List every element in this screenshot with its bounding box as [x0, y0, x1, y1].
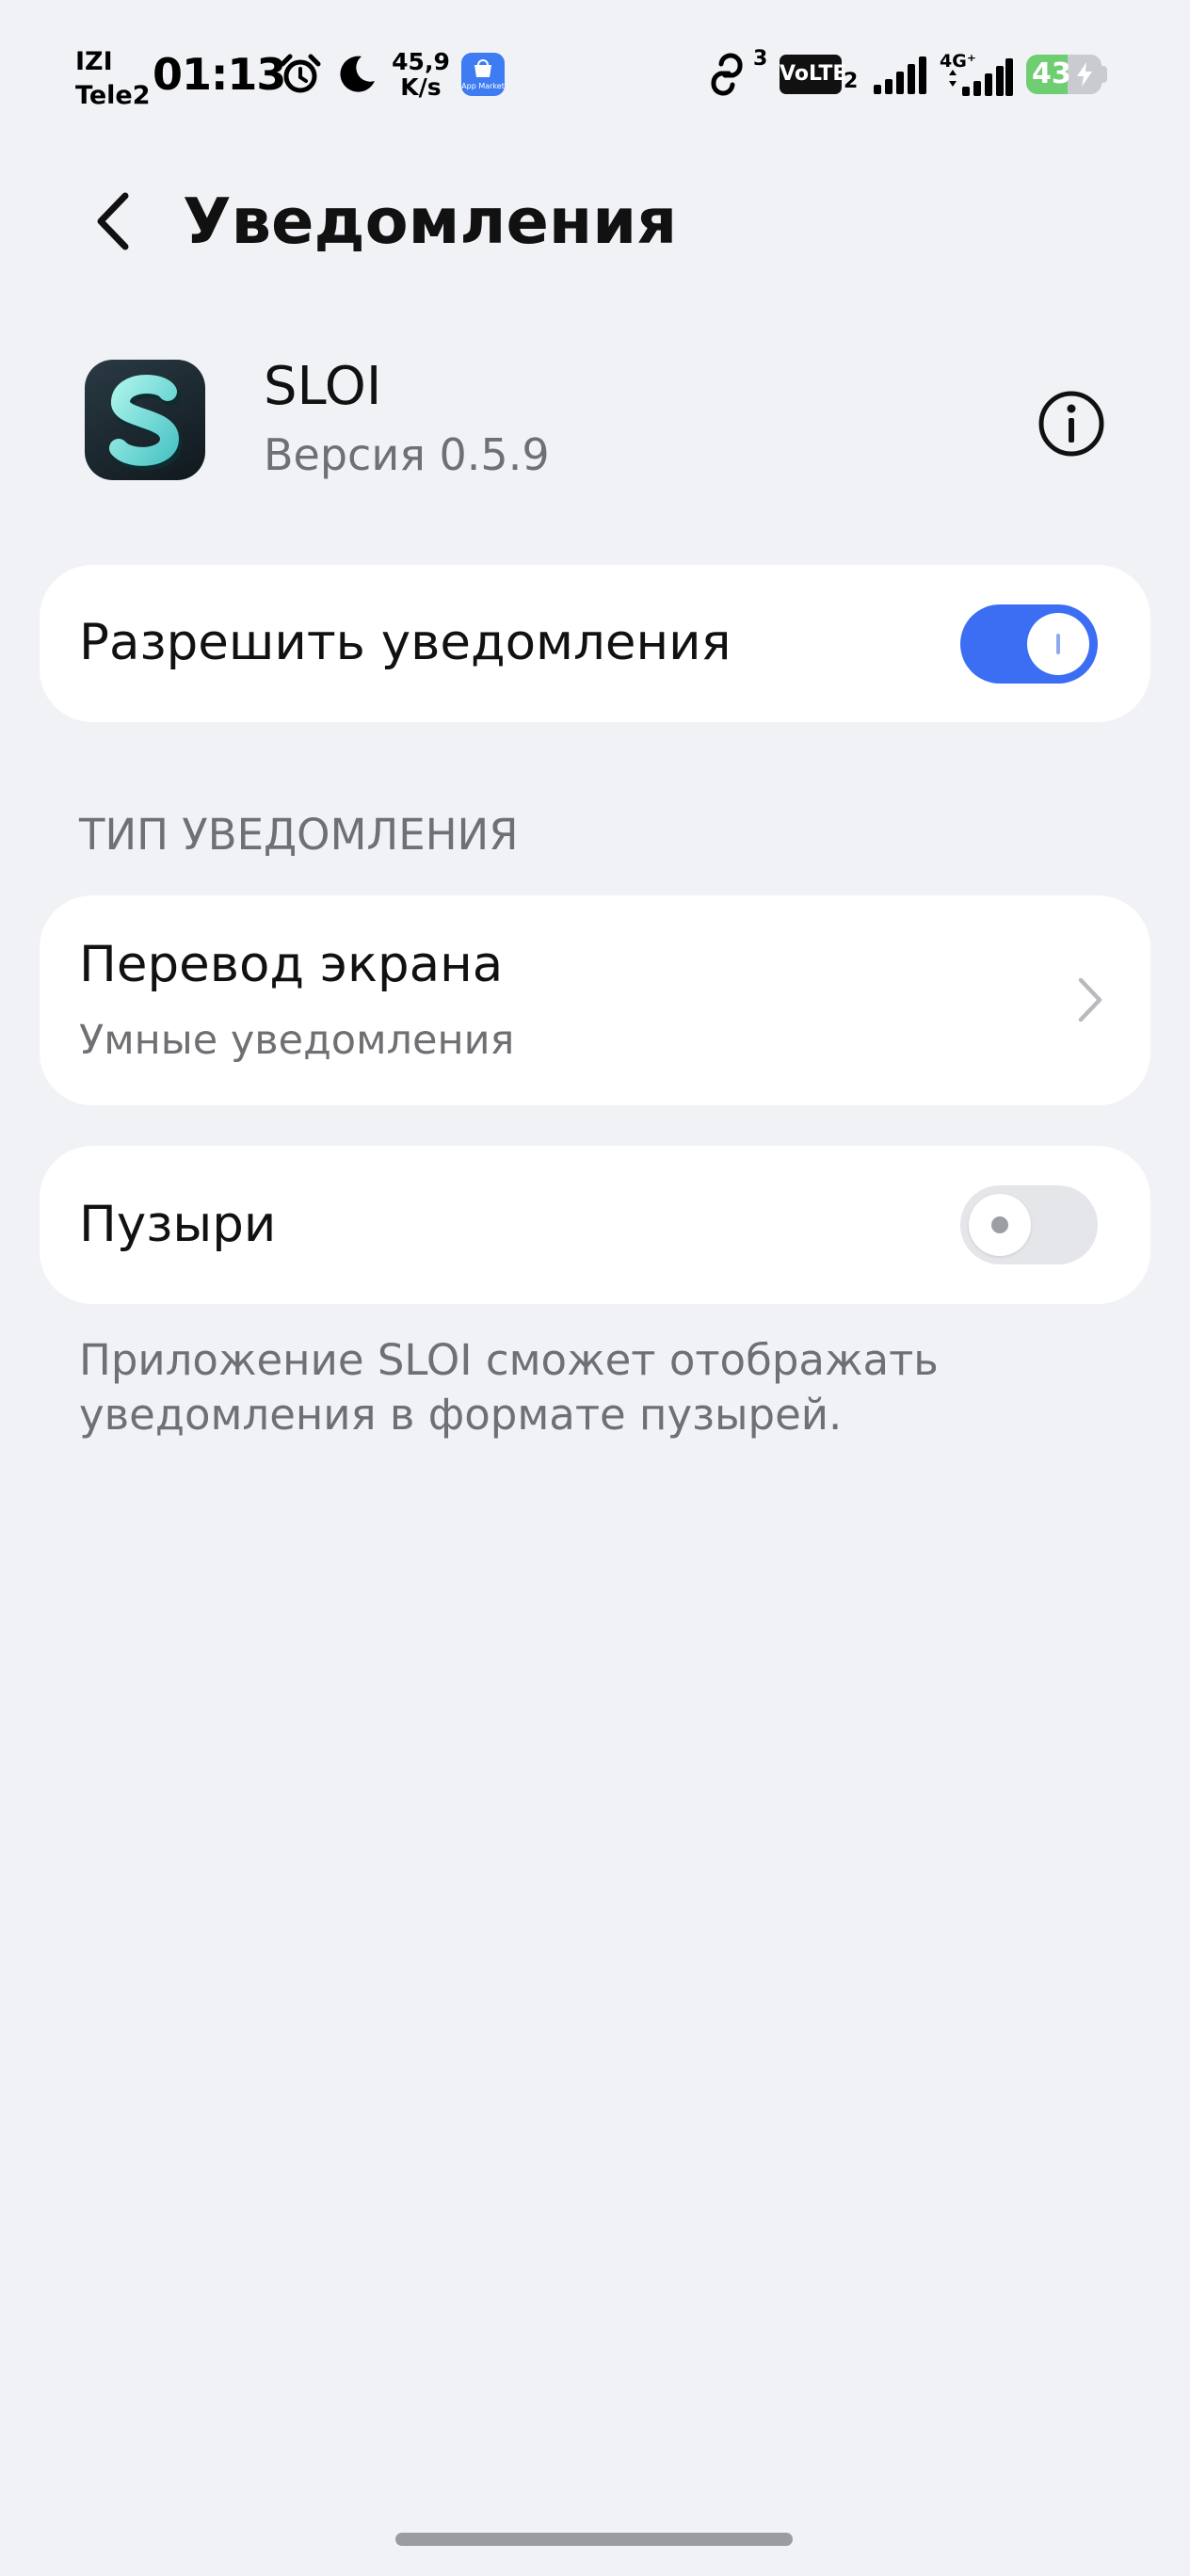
battery-level: 43 [1032, 57, 1071, 90]
carrier-label: IZI Tele2 [75, 45, 160, 113]
app-market-label: App Market [461, 82, 505, 90]
hotspot-icon [711, 53, 743, 96]
app-version: Версия 0.5.9 [264, 429, 550, 480]
app-logo [85, 360, 205, 480]
volte-icon: VoLTE [780, 55, 846, 94]
allow-notifications-toggle[interactable] [960, 604, 1098, 684]
carrier-bottom: Tele2 [75, 81, 151, 110]
bubbles-description: Приложение SLOI сможет отображать уведом… [79, 1335, 939, 1440]
home-indicator[interactable] [395, 2533, 793, 2546]
battery-tip [1102, 66, 1107, 83]
bubbles-label: Пузыри [79, 1196, 277, 1253]
channel-row[interactable] [40, 895, 1150, 1105]
carrier-top: IZI [75, 47, 113, 76]
allow-notifications-label: Разрешить уведомления [79, 614, 732, 671]
app-name: SLOI [264, 356, 382, 417]
signal-4g-icon [949, 58, 1013, 96]
toggle-knob [1027, 613, 1089, 675]
battery-icon: 43 [1026, 55, 1102, 94]
alarm-icon [280, 54, 321, 93]
status-time: 01:13 [153, 49, 286, 100]
chevron-right-icon [1078, 977, 1102, 1022]
moon-icon [340, 56, 375, 92]
network-speed: 45,9 K/s [392, 48, 450, 101]
signal-icon [874, 56, 926, 94]
app-market-icon: App Market [461, 53, 505, 96]
info-icon[interactable] [1036, 388, 1107, 459]
channel-title: Перевод экрана [79, 936, 504, 993]
channel-subtitle: Умные уведомления [79, 1017, 515, 1064]
page-title: Уведомления [183, 185, 678, 258]
sim-number: 3 [753, 47, 768, 71]
bubbles-toggle[interactable] [960, 1185, 1098, 1264]
toggle-knob [969, 1194, 1031, 1256]
volte-sim: 2 [844, 70, 859, 93]
section-title: ТИП УВЕДОМЛЕНИЯ [79, 810, 519, 860]
chevron-left-icon[interactable] [89, 188, 137, 254]
